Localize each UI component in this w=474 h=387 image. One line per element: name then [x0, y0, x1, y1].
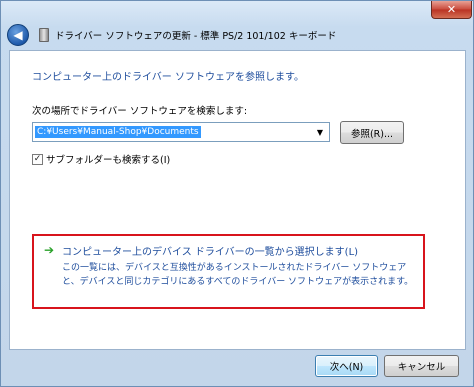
page-heading: コンピューター上のドライバー ソフトウェアを参照します。	[32, 72, 304, 83]
include-subfolders-checkbox[interactable]: ✓	[32, 153, 43, 165]
driver-update-window: ✕ ◀ ドライバー ソフトウェアの更新 - 標準 PS/2 101/102 キー…	[0, 0, 474, 387]
browse-button[interactable]: 参照(R)...	[340, 121, 404, 144]
search-path-value[interactable]: C:¥Users¥Manual-Shop¥Documents	[35, 126, 201, 138]
next-button[interactable]: 次へ(N)	[315, 355, 378, 377]
checkmark-icon: ✓	[33, 153, 42, 164]
pick-from-list-description[interactable]: この一覧には、デバイスと互換性があるインストールされたドライバー ソフトウェアと…	[62, 261, 420, 289]
hardware-device-icon	[39, 28, 49, 42]
include-subfolders-label[interactable]: サブフォルダーも検索する(I)	[46, 152, 170, 166]
include-subfolders-option[interactable]: ✓ サブフォルダーも検索する(I)	[32, 152, 170, 166]
pick-from-list-option[interactable]: ➔ コンピューター上のデバイス ドライバーの一覧から選択します(L) この一覧に…	[32, 234, 425, 309]
wizard-content-panel: コンピューター上のドライバー ソフトウェアを参照します。 次の場所でドライバー …	[9, 50, 466, 350]
close-icon: ✕	[446, 3, 457, 16]
search-path-combobox[interactable]: C:¥Users¥Manual-Shop¥Documents ▼	[32, 122, 330, 142]
wizard-header: ◀ ドライバー ソフトウェアの更新 - 標準 PS/2 101/102 キーボー…	[7, 23, 427, 47]
dropdown-arrow-icon[interactable]: ▼	[313, 125, 327, 139]
back-arrow-icon: ◀	[13, 28, 23, 42]
green-arrow-icon: ➔	[44, 243, 55, 257]
back-button[interactable]: ◀	[7, 24, 29, 46]
cancel-button[interactable]: キャンセル	[384, 355, 459, 377]
close-button[interactable]: ✕	[431, 1, 472, 19]
search-location-label: 次の場所でドライバー ソフトウェアを検索します:	[32, 106, 248, 117]
window-title: ドライバー ソフトウェアの更新 - 標準 PS/2 101/102 キーボード	[55, 31, 337, 42]
pick-from-list-link[interactable]: コンピューター上のデバイス ドライバーの一覧から選択します(L)	[62, 243, 358, 258]
